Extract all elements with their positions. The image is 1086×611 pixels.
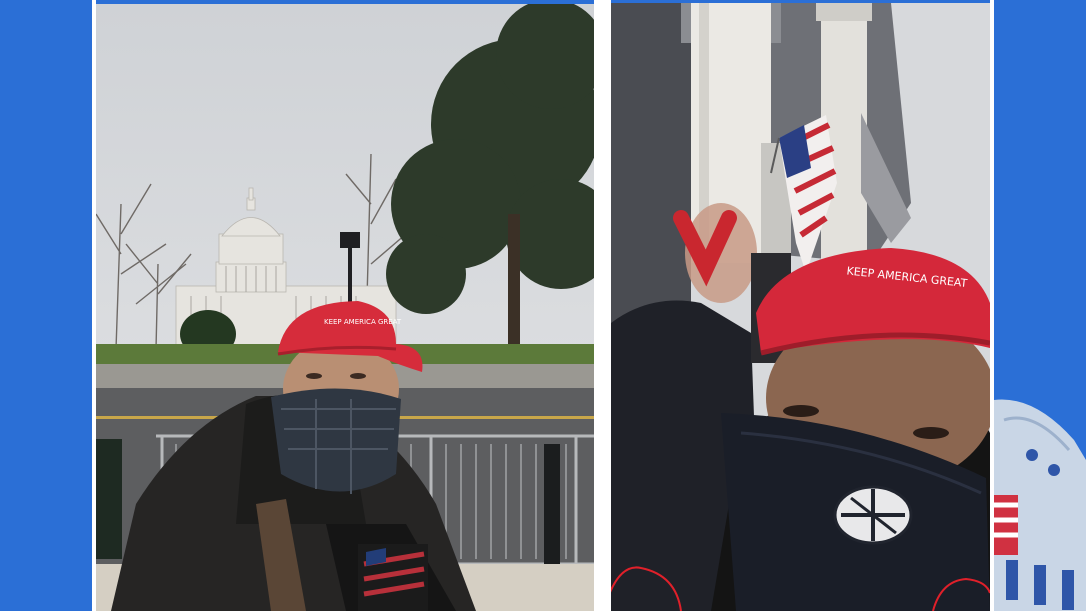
left-photo-image: KEEP AMERICA GREAT <box>96 4 594 611</box>
left-photo: KEEP AMERICA GREAT <box>96 4 594 611</box>
right-edge-fragment <box>994 0 1086 611</box>
mask-emblem <box>833 485 913 545</box>
white-divider-center <box>594 0 611 611</box>
right-photo: KEEP AMERICA GREAT <box>611 3 990 611</box>
blue-border-left <box>0 0 92 611</box>
right-photo-image: KEEP AMERICA GREAT <box>611 3 990 611</box>
cap-text-left: KEEP AMERICA GREAT <box>324 318 402 326</box>
collage: KEEP AMERICA GREAT KEEP AMERICA GREAT <box>0 0 1086 611</box>
capitol-dome-fragment <box>994 0 1086 611</box>
